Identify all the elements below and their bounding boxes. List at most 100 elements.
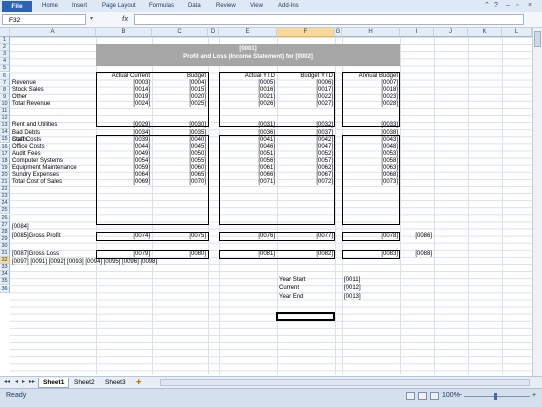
row-header-7[interactable]: 7 xyxy=(0,79,10,87)
gross-profit-f[interactable]: [0077] xyxy=(279,233,333,240)
cell-b[interactable]: [0029] xyxy=(98,122,150,129)
file-tab[interactable]: File xyxy=(2,1,32,12)
row-label[interactable]: Equipment Maintenance xyxy=(12,165,77,172)
row-header-24[interactable]: 24 xyxy=(0,200,10,208)
column-header-e[interactable]: E xyxy=(219,28,277,37)
tab-data[interactable]: Data xyxy=(188,0,201,12)
row-label[interactable]: Audit Fees xyxy=(12,151,41,158)
cell-f[interactable]: [0072] xyxy=(279,179,333,186)
help-icon[interactable]: ? xyxy=(494,1,498,11)
selected-cell-f32[interactable] xyxy=(276,312,335,321)
sheet-tab-sheet3[interactable]: Sheet3 xyxy=(101,378,130,387)
row-label[interactable]: Sundry Expenses xyxy=(12,172,59,179)
year-start-value[interactable]: [0011] xyxy=(344,277,360,284)
cell-f[interactable]: [0042] xyxy=(279,137,333,144)
zoom-out-icon[interactable]: − xyxy=(458,392,462,399)
cell-b[interactable]: [0069] xyxy=(98,179,150,186)
cell-f[interactable]: [0057] xyxy=(279,158,333,165)
row-label[interactable]: Computer Systems xyxy=(12,158,63,165)
cell-h[interactable]: [0063] xyxy=(344,165,398,172)
vertical-scrollbar[interactable] xyxy=(532,28,542,376)
cell-h[interactable]: [0058] xyxy=(344,158,398,165)
row-header-34[interactable]: 34 xyxy=(0,271,10,279)
namebox-dropdown-icon[interactable]: ▾ xyxy=(90,14,93,25)
cell-b[interactable]: [0014] xyxy=(98,87,150,94)
column-header-g[interactable]: G xyxy=(335,28,342,37)
cell-e[interactable]: [0061] xyxy=(221,165,275,172)
column-header-a[interactable]: A xyxy=(10,28,96,37)
row-header-16[interactable]: 16 xyxy=(0,143,10,151)
row-header-10[interactable]: 10 xyxy=(0,100,10,108)
tab-home[interactable]: Home xyxy=(42,0,58,12)
cell-f[interactable]: [0027] xyxy=(279,101,333,108)
gross-profit-e[interactable]: [0076] xyxy=(221,233,275,240)
cell-h[interactable]: [0028] xyxy=(344,101,398,108)
cell-b[interactable]: [0049] xyxy=(98,151,150,158)
cell-b[interactable]: [0019] xyxy=(98,94,150,101)
normal-view-icon[interactable] xyxy=(406,392,415,400)
cell-h[interactable]: [0023] xyxy=(344,94,398,101)
gross-profit-i[interactable]: [0086] xyxy=(402,233,432,240)
row-header-14[interactable]: 14 xyxy=(0,129,10,137)
row-header-33[interactable]: 33 xyxy=(0,264,10,272)
first-sheet-icon[interactable]: ◂◂ xyxy=(4,378,10,385)
cell-e[interactable]: [0031] xyxy=(221,122,275,129)
cell-e[interactable]: [0071] xyxy=(221,179,275,186)
row-header-1[interactable]: 1 xyxy=(0,37,10,45)
tab-page-layout[interactable]: Page Layout xyxy=(102,0,136,12)
cell-e[interactable]: [0046] xyxy=(221,144,275,151)
column-header-h[interactable]: H xyxy=(342,28,400,37)
cell-h[interactable]: [0038] xyxy=(344,130,398,137)
cell-f[interactable]: [0006] xyxy=(279,80,333,87)
cell-b[interactable]: [0064] xyxy=(98,172,150,179)
cell-e[interactable]: [0026] xyxy=(221,101,275,108)
gross-loss-h[interactable]: [0083] xyxy=(344,251,398,258)
cell-c[interactable]: [0040] xyxy=(154,137,206,144)
row-header-26[interactable]: 26 xyxy=(0,214,10,222)
cell-b[interactable]: [0003] xyxy=(98,80,150,87)
cell-h[interactable]: [0007] xyxy=(344,80,398,87)
row-header-23[interactable]: 23 xyxy=(0,193,10,201)
row-label[interactable]: Other xyxy=(12,94,27,101)
gross-profit-label[interactable]: [0085]Gross Profit xyxy=(12,233,60,240)
row-label[interactable]: Total Cost of Sales xyxy=(12,179,62,186)
gross-profit-c[interactable]: [0075] xyxy=(154,233,206,240)
gross-profit-h[interactable]: [0078] xyxy=(344,233,398,240)
gross-loss-e[interactable]: [0081] xyxy=(221,251,275,258)
cell-h[interactable]: [0053] xyxy=(344,151,398,158)
row-header-2[interactable]: 2 xyxy=(0,44,10,52)
column-header-j[interactable]: J xyxy=(434,28,468,37)
page-layout-view-icon[interactable] xyxy=(418,392,427,400)
row-header-13[interactable]: 13 xyxy=(0,122,10,130)
last-sheet-icon[interactable]: ▸▸ xyxy=(29,378,35,385)
page-break-view-icon[interactable] xyxy=(430,392,439,400)
row-header-3[interactable]: 3 xyxy=(0,51,10,59)
row-header-36[interactable]: 36 xyxy=(0,285,10,293)
gross-profit-b[interactable]: [0074] xyxy=(98,233,150,240)
year-end-value[interactable]: [0013] xyxy=(344,294,361,301)
cell-f[interactable]: [0067] xyxy=(279,172,333,179)
insert-sheet-icon[interactable]: ✚ xyxy=(132,378,145,387)
row-header-35[interactable]: 35 xyxy=(0,278,10,286)
cell-c[interactable]: [0070] xyxy=(154,179,206,186)
cell-f[interactable]: [0017] xyxy=(279,87,333,94)
cell-e[interactable]: [0036] xyxy=(221,130,275,137)
column-header-l[interactable]: L xyxy=(502,28,532,37)
cell-a26[interactable]: [0097] [0091] [0092] [0093] [0094] [0095… xyxy=(12,259,157,266)
column-header-k[interactable]: K xyxy=(468,28,502,37)
row-header-20[interactable]: 20 xyxy=(0,171,10,179)
cell-h[interactable]: [0043] xyxy=(344,137,398,144)
cell-e[interactable]: [0066] xyxy=(221,172,275,179)
cell-e[interactable]: [0056] xyxy=(221,158,275,165)
tab-add-ins[interactable]: Add-Ins xyxy=(278,0,299,12)
cell-f[interactable]: [0037] xyxy=(279,130,333,137)
gross-loss-b[interactable]: [0079] xyxy=(98,251,150,258)
cell-c[interactable]: [0004] xyxy=(154,80,206,87)
cell-b[interactable]: [0044] xyxy=(98,144,150,151)
gross-loss-i[interactable]: [0088] xyxy=(402,251,432,258)
row-header-19[interactable]: 19 xyxy=(0,164,10,172)
cell-c[interactable]: [0065] xyxy=(154,172,206,179)
vertical-scroll-thumb[interactable] xyxy=(534,31,541,47)
row-header-8[interactable]: 8 xyxy=(0,86,10,94)
tab-formulas[interactable]: Formulas xyxy=(149,0,174,12)
